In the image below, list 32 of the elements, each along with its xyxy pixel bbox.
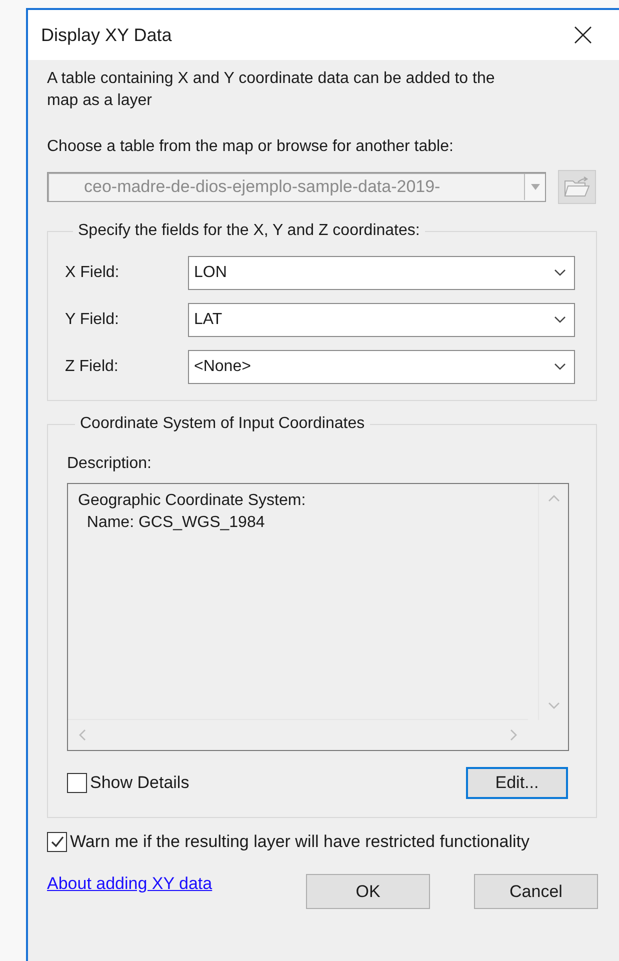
checkbox[interactable] xyxy=(47,832,67,852)
dialog-button[interactable]: OK xyxy=(306,874,430,909)
scroll-right-icon[interactable] xyxy=(510,729,518,741)
group-legend: Coordinate System of Input Coordinates xyxy=(75,415,370,433)
description-label: Description: xyxy=(67,455,152,473)
field-dropdown[interactable]: <None> xyxy=(188,350,575,384)
checkbox-label: Warn me if the resulting layer will have restricted functionality xyxy=(70,832,530,852)
scroll-left-icon[interactable] xyxy=(78,729,86,741)
window-title: Display XY Data xyxy=(41,24,172,46)
scroll-up-icon[interactable] xyxy=(548,494,560,502)
checkbox[interactable] xyxy=(67,773,87,793)
chevron-down-icon xyxy=(554,269,566,277)
dialog-button[interactable]: Cancel xyxy=(474,874,598,909)
folder-icon xyxy=(564,176,590,198)
field-dropdown[interactable]: LON xyxy=(188,256,575,290)
field-label: Y Field: xyxy=(65,311,120,329)
checkbox-label: Show Details xyxy=(90,773,190,793)
table-prompt: Choose a table from the map or browse for another table: xyxy=(47,138,454,156)
chevron-down-icon xyxy=(554,316,566,324)
description-line: Name: GCS_WGS_1984 xyxy=(86,513,265,533)
scroll-down-icon[interactable] xyxy=(548,702,560,710)
description-line: Geographic Coordinate System: xyxy=(78,491,306,511)
edit-button[interactable]: Edit... xyxy=(466,767,568,799)
field-label: Z Field: xyxy=(65,358,120,376)
group-legend: Specify the fields for the X, Y and Z coordinates: xyxy=(73,222,425,240)
close-icon[interactable] xyxy=(573,25,593,45)
field-dropdown[interactable]: LAT xyxy=(188,303,575,337)
intro-text: A table containing X and Y coordinate data can be added to the map as a layer xyxy=(47,69,496,111)
field-label: X Field: xyxy=(65,264,120,282)
chevron-down-icon xyxy=(554,363,566,371)
check-icon xyxy=(49,834,65,850)
help-link[interactable]: About adding XY data xyxy=(47,874,212,894)
